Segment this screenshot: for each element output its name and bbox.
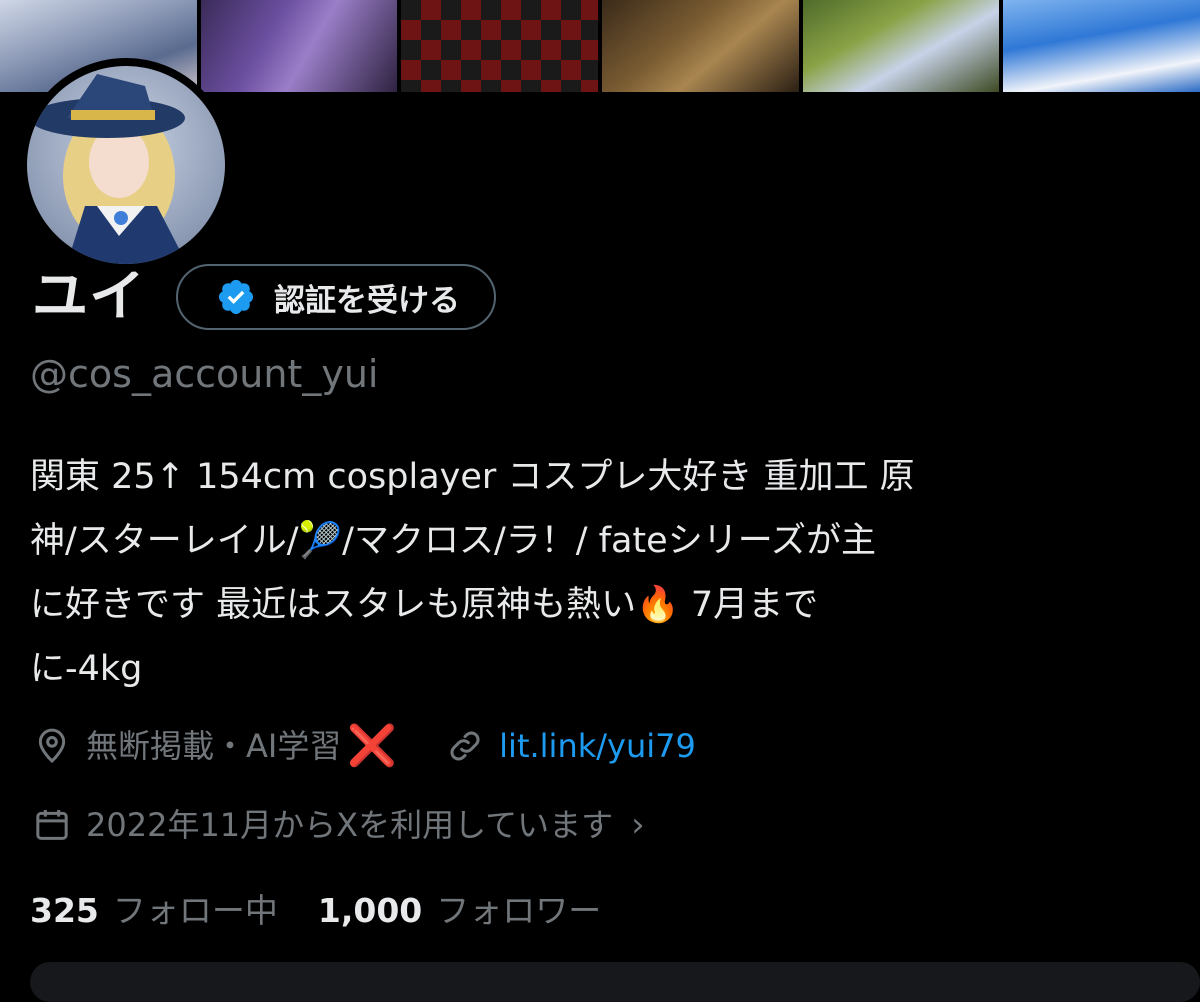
avatar[interactable] xyxy=(19,58,233,272)
website-link-text[interactable]: lit.link/yui79 xyxy=(499,724,696,768)
joined-date-row[interactable]: 2022年11月からXを利用しています › xyxy=(32,803,645,847)
link-icon xyxy=(445,726,485,766)
followers-label: フォロワー xyxy=(436,891,602,930)
followers-stat[interactable]: 1,000 フォロワー xyxy=(318,888,601,934)
location-text: 無断掲載・AI学習 xyxy=(86,727,342,765)
profile-bio: 関東 25↑ 154cm cosplayer コスプレ大好き 重加工 原 神/ス… xyxy=(30,457,915,689)
following-count: 325 xyxy=(30,891,99,930)
cross-mark-emoji: ❌ xyxy=(347,723,398,769)
banner-photo xyxy=(1003,0,1200,92)
get-verified-button[interactable]: 認証を受ける xyxy=(176,264,496,330)
verified-badge-icon xyxy=(216,277,256,317)
get-verified-label: 認証を受ける xyxy=(274,282,460,319)
banner-photo xyxy=(602,0,799,92)
name-row: ユイ 認証を受ける xyxy=(32,262,496,332)
chevron-right-icon: › xyxy=(631,805,645,845)
followers-count: 1,000 xyxy=(317,891,423,930)
location-pin-icon xyxy=(32,726,72,766)
banner-photo xyxy=(401,0,599,92)
profile-tabs-bar xyxy=(30,962,1200,1002)
following-stat[interactable]: 325 フォロー中 xyxy=(30,888,278,934)
following-label: フォロー中 xyxy=(112,891,278,930)
follow-stats: 325 フォロー中 1,000 フォロワー xyxy=(30,888,601,934)
banner-photo xyxy=(200,0,398,92)
calendar-icon xyxy=(32,805,72,845)
profile-meta-row: 無断掲載・AI学習 ❌ lit.link/yui79 xyxy=(32,724,696,768)
joined-date-text: 2022年11月からXを利用しています xyxy=(86,806,614,844)
user-handle: @cos_account_yui xyxy=(30,352,379,396)
website-link[interactable]: lit.link/yui79 xyxy=(445,724,696,768)
banner-photo xyxy=(802,0,1000,92)
display-name: ユイ xyxy=(32,264,146,329)
